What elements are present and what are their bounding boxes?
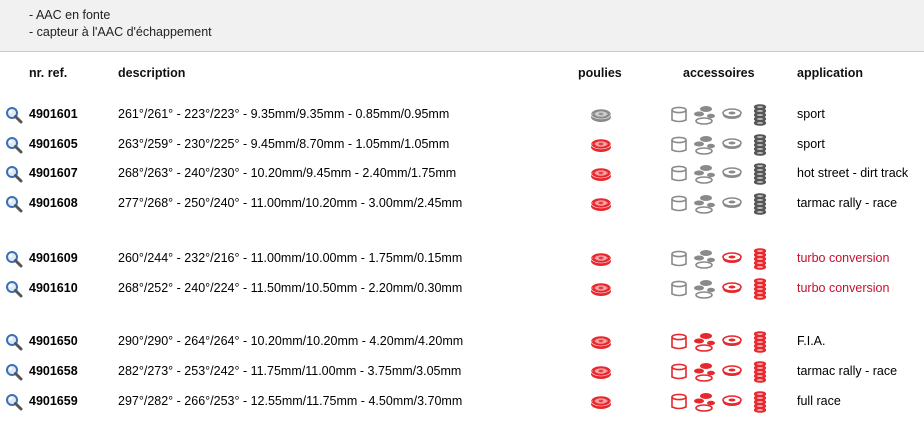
table-row: 4901608 277°/268° - 250°/240° - 11.00mm/1… xyxy=(0,193,924,215)
description-text: 297°/282° - 266°/253° - 12.55mm/11.75mm … xyxy=(118,394,463,408)
accessories-icon xyxy=(668,331,772,353)
ref-link[interactable]: 4901658 xyxy=(29,364,78,378)
ref-link[interactable]: 4901605 xyxy=(29,137,78,151)
table-row: 4901605 263°/259° - 230°/225° - 9.45mm/8.… xyxy=(0,134,924,156)
magnifier-icon[interactable] xyxy=(5,363,23,381)
table-row: 4901650 290°/290° - 264°/264° - 10.20mm/1… xyxy=(0,331,924,353)
magnifier-icon[interactable] xyxy=(5,250,23,268)
pulley-icon xyxy=(589,165,613,183)
application-text: full race xyxy=(797,394,841,408)
table-row: 4901610 268°/252° - 240°/224° - 11.50mm/1… xyxy=(0,278,924,300)
ref-link[interactable]: 4901650 xyxy=(29,334,78,348)
application-text: sport xyxy=(797,137,825,151)
table-row: 4901658 282°/273° - 253°/242° - 11.75mm/1… xyxy=(0,361,924,383)
magnifier-icon[interactable] xyxy=(5,333,23,351)
pulley-icon xyxy=(589,195,613,213)
magnifier-icon[interactable] xyxy=(5,393,23,411)
description-text: 260°/244° - 232°/216° - 11.00mm/10.00mm … xyxy=(118,251,463,265)
table-row: 4901609 260°/244° - 232°/216° - 11.00mm/1… xyxy=(0,248,924,270)
accessories-icon xyxy=(668,361,772,383)
description-text: 268°/263° - 240°/230° - 10.20mm/9.45mm -… xyxy=(118,166,457,180)
table-row: 4901601 261°/261° - 223°/223° - 9.35mm/9.… xyxy=(0,104,924,126)
notes-panel: - AAC en fonte - capteur à l'AAC d'échap… xyxy=(0,0,924,52)
application-text: turbo conversion xyxy=(797,281,890,295)
pulley-icon xyxy=(589,106,613,124)
table-row: 4901659 297°/282° - 266°/253° - 12.55mm/1… xyxy=(0,391,924,413)
description-text: 277°/268° - 250°/240° - 11.00mm/10.20mm … xyxy=(118,196,463,210)
description-text: 290°/290° - 264°/264° - 10.20mm/10.20mm … xyxy=(118,334,464,348)
ref-link[interactable]: 4901601 xyxy=(29,107,78,121)
application-text: turbo conversion xyxy=(797,251,890,265)
accessories-icon xyxy=(668,163,772,185)
accessories-icon xyxy=(668,278,772,300)
magnifier-icon[interactable] xyxy=(5,106,23,124)
description-text: 263°/259° - 230°/225° - 9.45mm/8.70mm - … xyxy=(118,137,450,151)
ref-link[interactable]: 4901607 xyxy=(29,166,78,180)
pulley-icon xyxy=(589,250,613,268)
header-ref: nr. ref. xyxy=(29,66,68,80)
description-text: 261°/261° - 223°/223° - 9.35mm/9.35mm - … xyxy=(118,107,450,121)
accessories-icon xyxy=(668,104,772,126)
application-text: F.I.A. xyxy=(797,334,826,348)
magnifier-icon[interactable] xyxy=(5,280,23,298)
accessories-icon xyxy=(668,391,772,413)
ref-link[interactable]: 4901610 xyxy=(29,281,78,295)
accessories-icon xyxy=(668,248,772,270)
magnifier-icon[interactable] xyxy=(5,136,23,154)
description-text: 282°/273° - 253°/242° - 11.75mm/11.00mm … xyxy=(118,364,462,378)
table-row: 4901607 268°/263° - 240°/230° - 10.20mm/9… xyxy=(0,163,924,185)
pulley-icon xyxy=(589,333,613,351)
header-poulies: poulies xyxy=(578,66,622,80)
magnifier-icon[interactable] xyxy=(5,165,23,183)
header-accessoires: accessoires xyxy=(683,66,755,80)
application-text: tarmac rally - race xyxy=(797,196,898,210)
accessories-icon xyxy=(668,193,772,215)
application-text: sport xyxy=(797,107,825,121)
description-text: 268°/252° - 240°/224° - 11.50mm/10.50mm … xyxy=(118,281,463,295)
ref-link[interactable]: 4901609 xyxy=(29,251,78,265)
pulley-icon xyxy=(589,363,613,381)
pulley-icon xyxy=(589,280,613,298)
application-text: hot street - dirt track xyxy=(797,166,909,180)
ref-link[interactable]: 4901659 xyxy=(29,394,78,408)
ref-link[interactable]: 4901608 xyxy=(29,196,78,210)
pulley-icon xyxy=(589,393,613,411)
magnifier-icon[interactable] xyxy=(5,195,23,213)
note-line: - capteur à l'AAC d'échappement xyxy=(29,25,212,39)
pulley-icon xyxy=(589,136,613,154)
header-description: description xyxy=(118,66,186,80)
accessories-icon xyxy=(668,134,772,156)
note-line: - AAC en fonte xyxy=(29,8,111,22)
header-application: application xyxy=(797,66,863,80)
application-text: tarmac rally - race xyxy=(797,364,898,378)
